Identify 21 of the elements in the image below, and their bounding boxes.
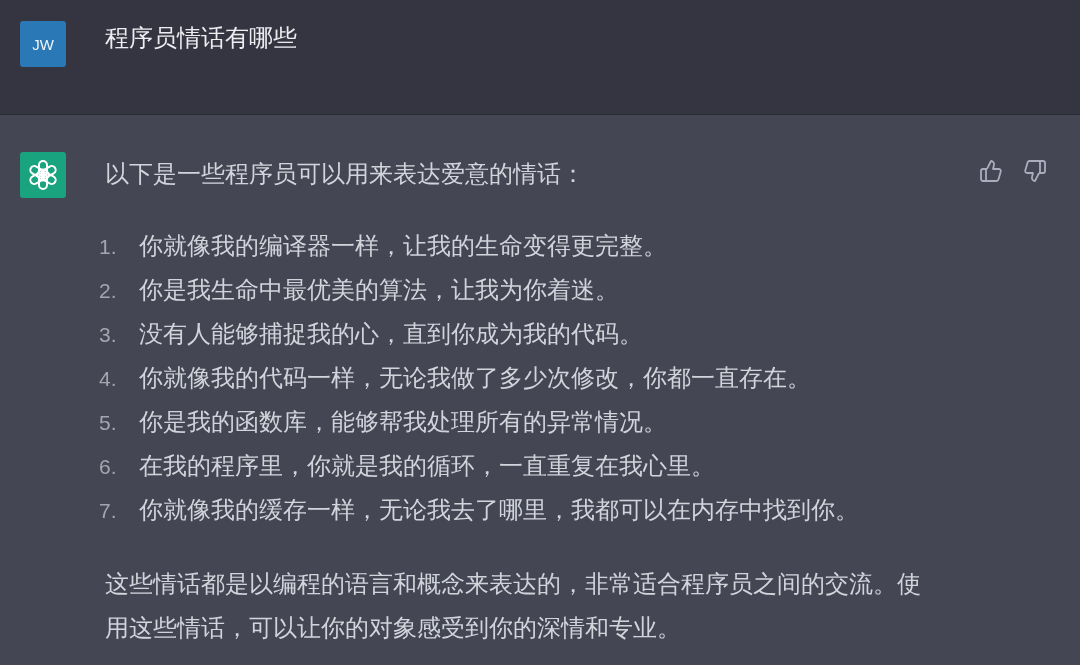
list-item-text: 你就像我的代码一样，无论我做了多少次修改，你都一直存在。: [139, 363, 811, 394]
list-item-text: 你就像我的缓存一样，无论我去了哪里，我都可以在内存中找到你。: [139, 495, 859, 526]
thumbs-up-icon[interactable]: [978, 158, 1004, 184]
list-item-text: 你是我生命中最优美的算法，让我为你着迷。: [139, 275, 619, 306]
list-number: 1.: [99, 234, 118, 260]
thumbs-down-icon[interactable]: [1022, 158, 1048, 184]
list-number: 4.: [99, 366, 118, 392]
list-number: 2.: [99, 278, 118, 304]
answer-intro: 以下是一些程序员可以用来表达爱意的情话：: [105, 159, 585, 190]
user-message: 程序员情话有哪些: [105, 23, 297, 54]
user-avatar: JW: [20, 21, 66, 67]
list-number: 5.: [99, 410, 118, 436]
answer-closing: 这些情话都是以编程的语言和概念来表达的，非常适合程序员之间的交流。使用这些情话，可以让你的对象感受到你的深情和专业。: [105, 569, 922, 644]
list-number: 3.: [99, 322, 118, 348]
logo-icon: [20, 152, 66, 198]
list-item-text: 你是我的函数库，能够帮我处理所有的异常情况。: [139, 407, 667, 438]
list-number: 7.: [99, 498, 118, 524]
list-item-text: 没有人能够捕捉我的心，直到你成为我的代码。: [139, 319, 643, 350]
list-item-text: 在我的程序里，你就是我的循环，一直重复在我心里。: [139, 451, 715, 482]
list-number: 6.: [99, 454, 118, 480]
list-item-text: 你就像我的编译器一样，让我的生命变得更完整。: [139, 231, 667, 262]
